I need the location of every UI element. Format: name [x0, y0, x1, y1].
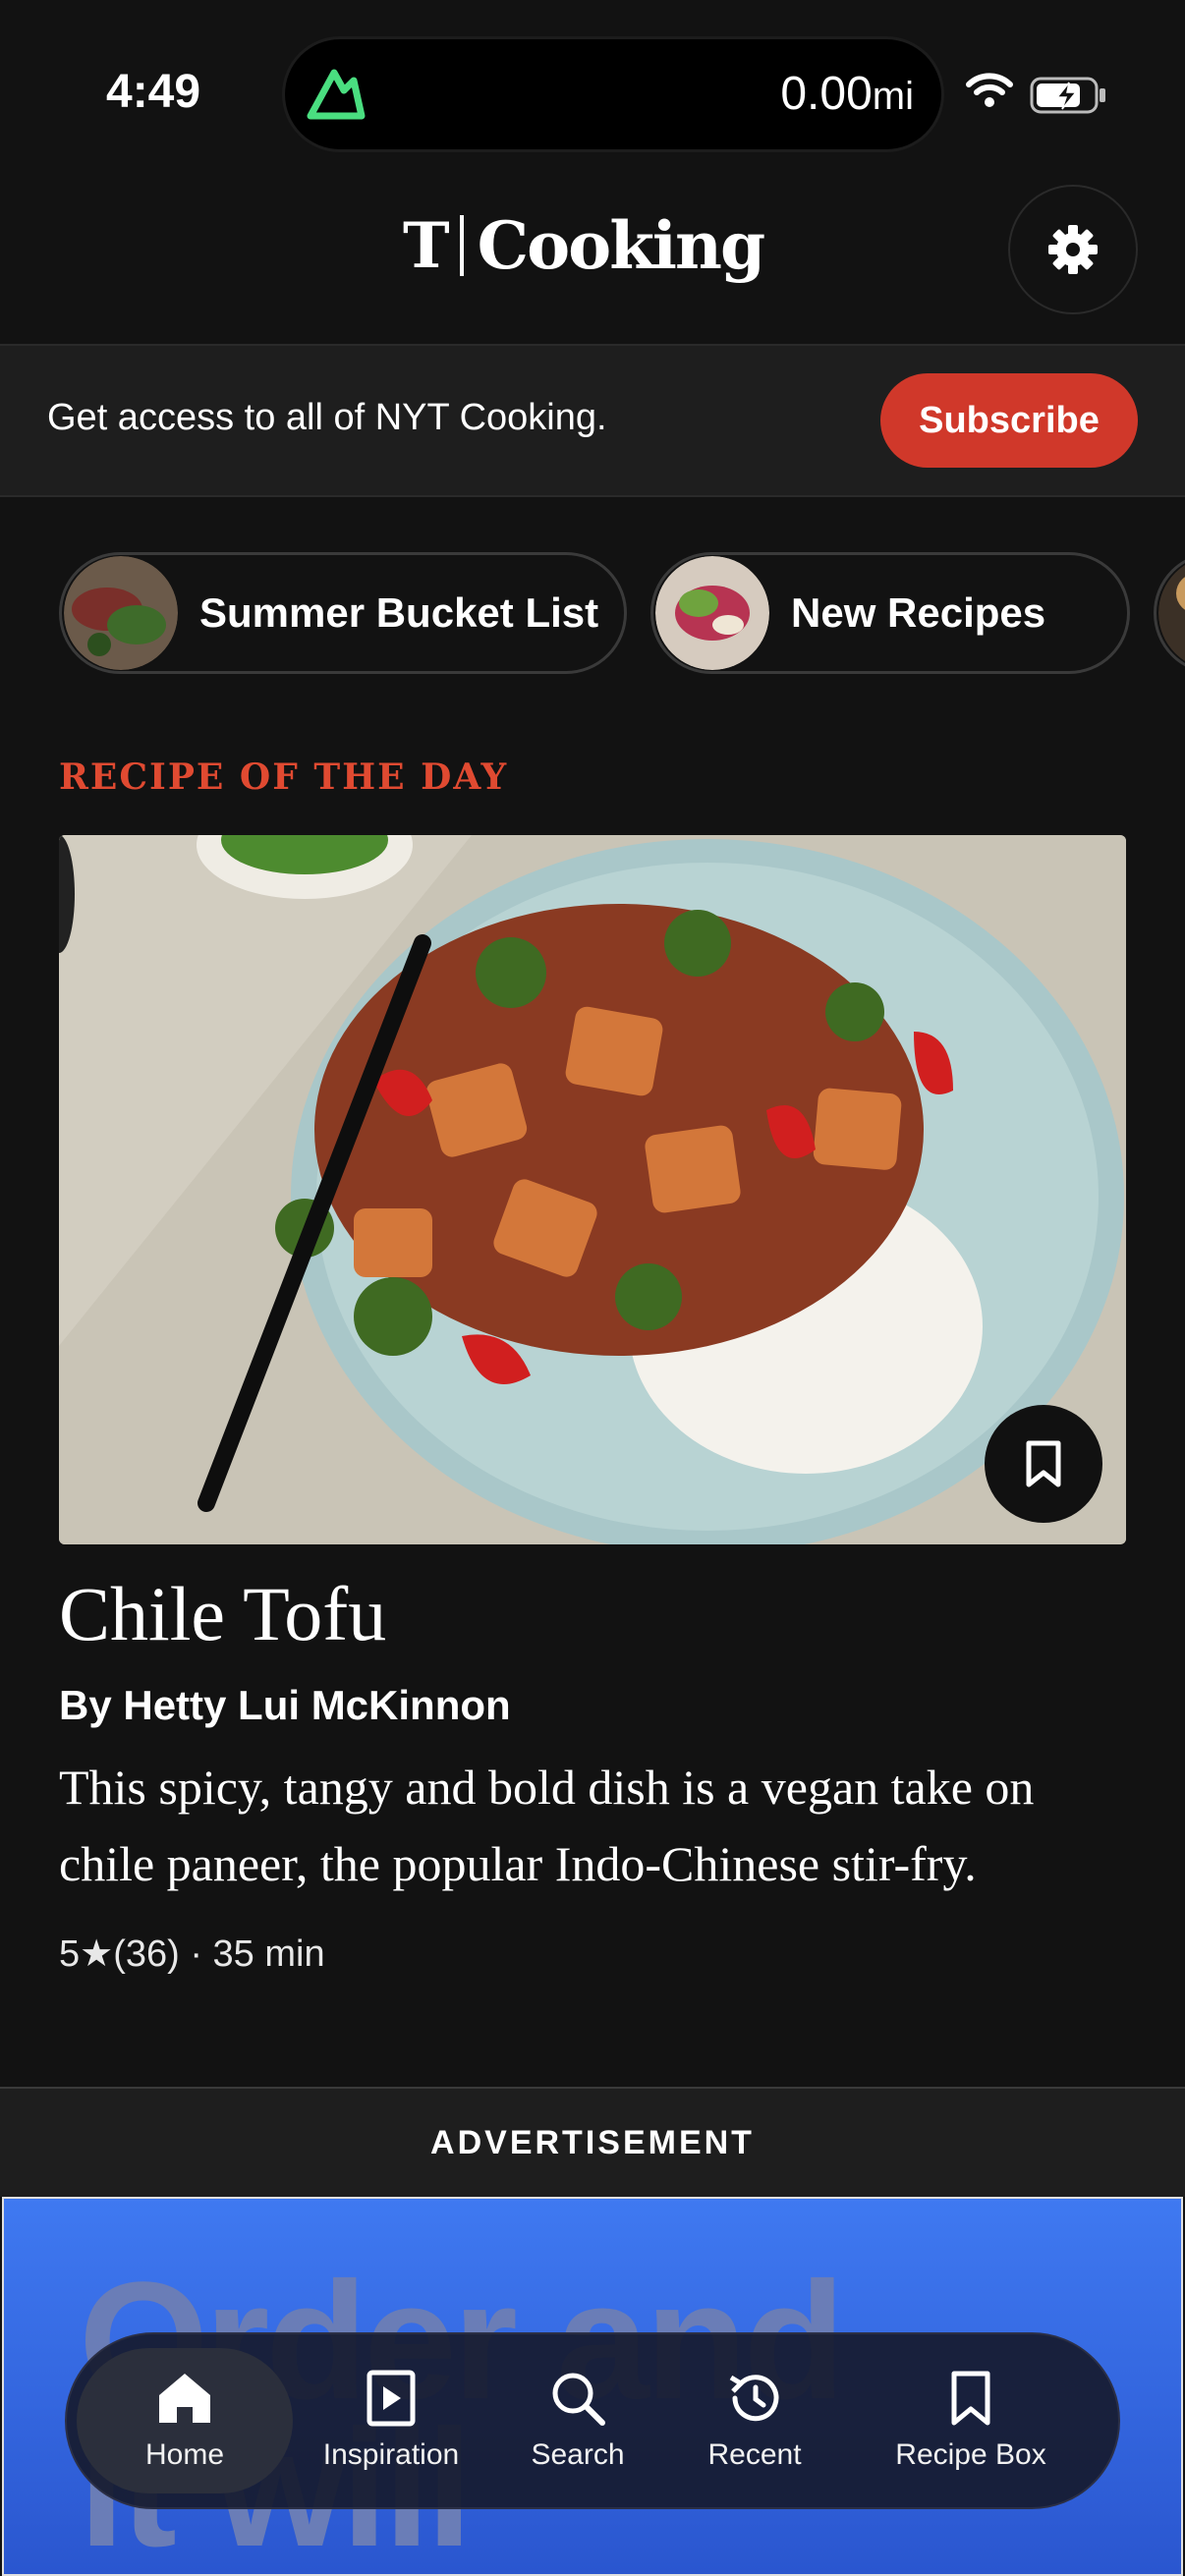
- distance-readout: 0.00mi: [780, 68, 914, 120]
- chip-summer-bucket-list[interactable]: Summer Bucket List: [59, 552, 627, 674]
- save-recipe-button[interactable]: [985, 1405, 1102, 1523]
- tab-search[interactable]: Search: [489, 2334, 666, 2507]
- chip-new-recipes[interactable]: New Recipes: [650, 552, 1130, 674]
- chip-thumbnail: [1158, 564, 1185, 662]
- collection-chips: Summer Bucket List New Recipes: [59, 552, 1185, 678]
- bookmark-icon: [951, 2371, 990, 2426]
- banner-text: Get access to all of NYT Cooking.: [47, 397, 607, 438]
- logo-text: Cooking: [477, 207, 766, 284]
- chile-tofu-photo: [59, 835, 1126, 1544]
- search-icon: [552, 2373, 605, 2426]
- settings-button[interactable]: [1008, 185, 1138, 314]
- activity-app-icon: [307, 69, 366, 120]
- recipe-hero-image[interactable]: [59, 835, 1126, 1544]
- home-icon: [159, 2374, 210, 2423]
- recipe-title[interactable]: Chile Tofu: [59, 1570, 386, 1658]
- tab-inspiration[interactable]: Inspiration: [293, 2334, 489, 2507]
- subscribe-button[interactable]: Subscribe: [880, 373, 1138, 468]
- history-icon: [729, 2375, 779, 2422]
- tab-recent[interactable]: Recent: [666, 2334, 843, 2507]
- battery-charging-icon: [1030, 77, 1105, 114]
- tab-home[interactable]: Home: [77, 2334, 293, 2507]
- nyt-t-logo: T: [403, 208, 450, 283]
- logo-separator: [459, 215, 464, 276]
- wifi-icon: [966, 73, 1013, 107]
- recipe-description: This spicy, tangy and bold dish is a veg…: [59, 1760, 1035, 1891]
- gear-icon: [1048, 225, 1098, 274]
- bookmark-icon: [1026, 1440, 1061, 1487]
- chip-thumbnail: [64, 556, 178, 670]
- dynamic-island[interactable]: 0.00mi: [285, 39, 941, 149]
- subscribe-banner: Get access to all of NYT Cooking. Subscr…: [0, 344, 1185, 497]
- status-time: 4:49: [106, 66, 201, 118]
- nyt-cooking-logo: T Cooking: [403, 206, 766, 285]
- recipe-author: By Hetty Lui McKinnon: [59, 1682, 511, 1728]
- advertisement-label: ADVERTISEMENT: [0, 2087, 1185, 2197]
- bottom-tab-bar: Home Inspiration Search Recent Recipe Bo…: [65, 2332, 1120, 2509]
- play-icon: [367, 2370, 416, 2427]
- recipe-rating-time: 5★(36) · 35 min: [59, 1933, 325, 1975]
- chip-thumbnail: [655, 556, 769, 670]
- tab-recipe-box[interactable]: Recipe Box: [853, 2334, 1089, 2507]
- chip-collection-partial[interactable]: [1154, 552, 1185, 674]
- section-label: RECIPE OF THE DAY: [59, 756, 509, 798]
